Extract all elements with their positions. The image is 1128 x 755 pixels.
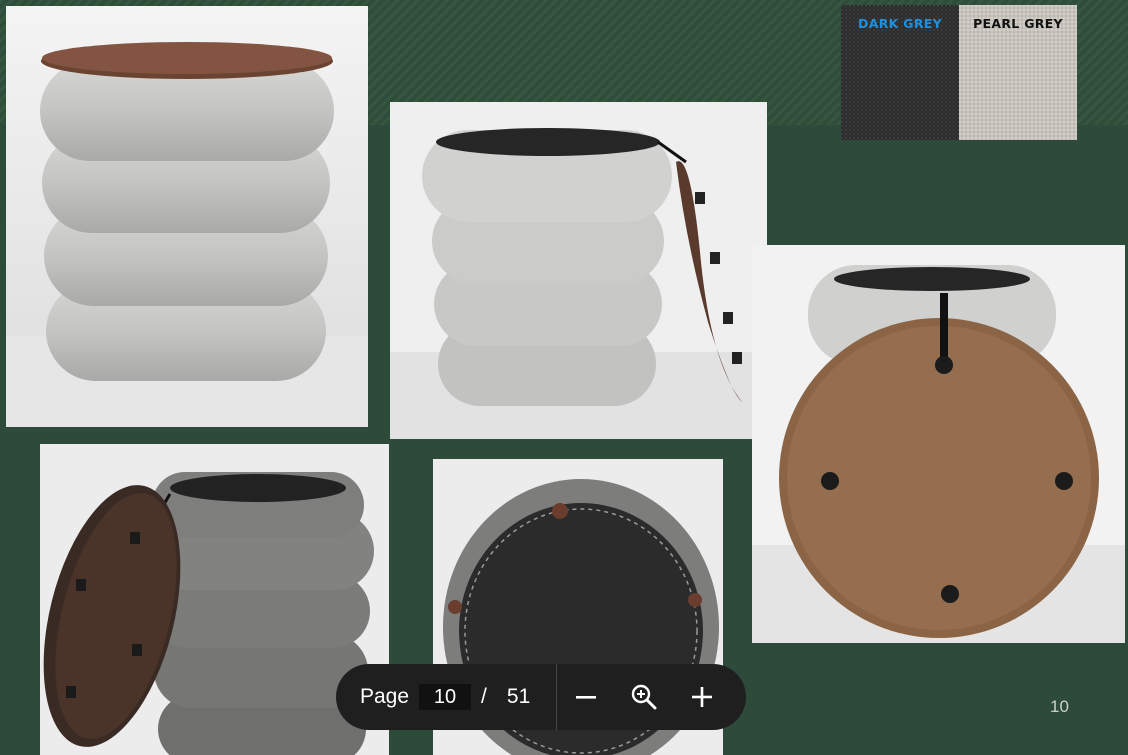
- page-separator: /: [481, 685, 487, 708]
- page-number-input[interactable]: [419, 684, 472, 710]
- zoom-in-button[interactable]: [673, 664, 731, 730]
- photo-ottoman-open-lid: [390, 102, 767, 439]
- viewer-toolbar: Page / 51: [336, 664, 746, 730]
- plus-icon: [692, 687, 713, 707]
- zoom-icon: [632, 684, 657, 710]
- minus-icon: [576, 696, 597, 699]
- photo-ottoman-closed: [6, 6, 368, 427]
- zoom-out-button[interactable]: [557, 664, 615, 730]
- total-pages: 51: [506, 685, 531, 708]
- swatch-label-dark-grey: DARK GREY: [858, 16, 942, 31]
- swatch-pearl-grey: PEARL GREY: [959, 5, 1077, 140]
- fit-zoom-button[interactable]: [615, 664, 673, 730]
- swatch-label-pearl-grey: PEARL GREY: [973, 16, 1063, 31]
- slide-number: 10: [1050, 697, 1069, 716]
- page-navigator: Page / 51: [336, 664, 530, 730]
- photo-lid-underside: [752, 245, 1125, 643]
- swatch-dark-grey: DARK GREY: [841, 5, 959, 140]
- page-label: Page: [360, 685, 410, 708]
